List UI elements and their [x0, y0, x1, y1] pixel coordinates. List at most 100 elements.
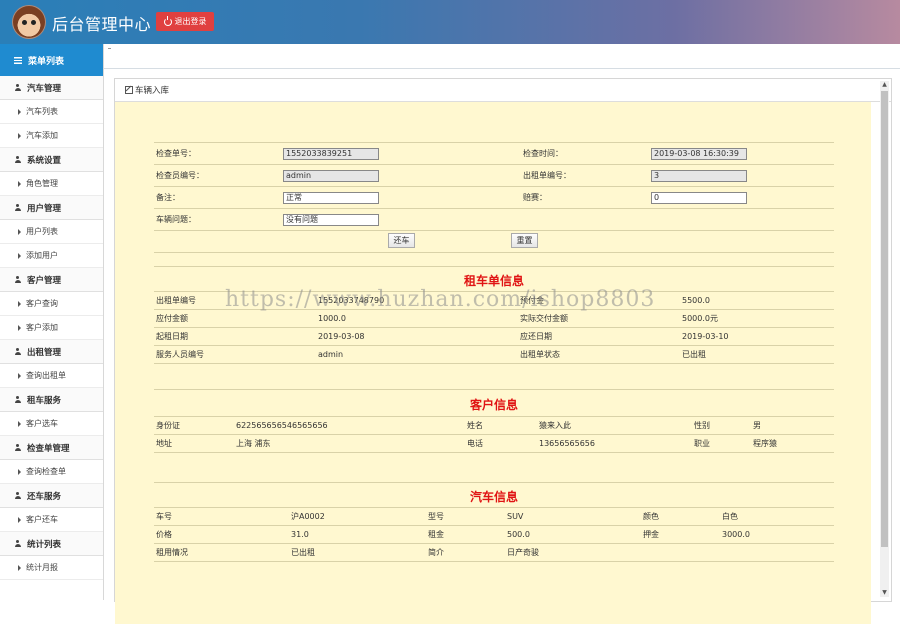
sidebar-group-label: 汽车管理 — [27, 82, 61, 94]
field-label: 身份证 — [154, 417, 234, 435]
caret-right-icon — [18, 373, 21, 379]
field-label: 预付金 — [518, 292, 680, 310]
inspector-field[interactable] — [283, 170, 379, 182]
sidebar-item-label: 汽车添加 — [26, 130, 58, 141]
check-time-field[interactable] — [651, 148, 747, 160]
field-value: 日产奇骏 — [505, 544, 641, 562]
top-header: 后台管理中心 退出登录 — [0, 0, 900, 44]
customer-table: 身份证622565656546565656姓名猿来入此性别男地址上海 浦东电话1… — [154, 416, 834, 453]
field-value: 1000.0 — [316, 310, 518, 328]
field-value: 2019-03-08 — [316, 328, 518, 346]
menu-title-label: 菜单列表 — [28, 54, 64, 67]
sidebar-item[interactable]: 查询检查单 — [0, 460, 103, 484]
sidebar-item[interactable]: 客户添加 — [0, 316, 103, 340]
caret-right-icon — [18, 565, 21, 571]
car-title: 汽车信息 — [154, 488, 834, 505]
customer-title: 客户信息 — [154, 396, 834, 413]
user-icon — [14, 396, 21, 403]
caret-right-icon — [18, 517, 21, 523]
sidebar-item[interactable]: 角色管理 — [0, 172, 103, 196]
return-form: 检查单号： 检查时间： 检查员编号： 出租单编号： 备注： 赔赛： — [154, 142, 834, 253]
field-label: 姓名 — [465, 417, 537, 435]
rental-no-label: 出租单编号： — [521, 165, 649, 187]
inspector-label: 检查员编号： — [154, 165, 281, 187]
reset-button[interactable]: 重置 — [511, 233, 538, 248]
compensation-label: 赔赛： — [521, 187, 649, 209]
sidebar-group-4[interactable]: 出租管理 — [0, 340, 103, 364]
field-label: 简介 — [426, 544, 505, 562]
field-label: 价格 — [154, 526, 289, 544]
sidebar-item[interactable]: 用户列表 — [0, 220, 103, 244]
field-label: 颜色 — [641, 508, 720, 526]
sidebar-group-6[interactable]: 检查单管理 — [0, 436, 103, 460]
sidebar-item[interactable]: 添加用户 — [0, 244, 103, 268]
sidebar-group-8[interactable]: 统计列表 — [0, 532, 103, 556]
sidebar-item-label: 客户添加 — [26, 322, 58, 333]
sidebar-group-label: 出租管理 — [27, 346, 61, 358]
field-value: 1552033748790 — [316, 292, 518, 310]
sidebar-group-3[interactable]: 客户管理 — [0, 268, 103, 292]
field-label: 应还日期 — [518, 328, 680, 346]
edit-icon — [125, 86, 133, 94]
main-content: 车辆入库 检查单号： 检查时间： 检查员编号： 出租单编号： — [104, 44, 900, 600]
compensation-field[interactable] — [651, 192, 747, 204]
sidebar-item-label: 客户选车 — [26, 418, 58, 429]
check-no-field[interactable] — [283, 148, 379, 160]
sidebar-item[interactable]: 统计月报 — [0, 556, 103, 580]
user-icon — [14, 444, 21, 451]
caret-right-icon — [18, 253, 21, 259]
scroll-thumb[interactable] — [881, 91, 888, 547]
sidebar-item[interactable]: 查询出租单 — [0, 364, 103, 388]
user-icon — [14, 156, 21, 163]
rental-order-row: 应付金额1000.0实际交付金额5000.0元 — [154, 310, 834, 328]
field-label: 职业 — [692, 435, 751, 453]
field-label: 出租单编号 — [154, 292, 316, 310]
sidebar-group-0[interactable]: 汽车管理 — [0, 76, 103, 100]
sidebar-group-7[interactable]: 还车服务 — [0, 484, 103, 508]
sidebar-item[interactable]: 汽车列表 — [0, 100, 103, 124]
problem-field[interactable] — [283, 214, 379, 226]
power-icon — [164, 18, 172, 26]
field-value: 男 — [751, 417, 834, 435]
rental-order-table: 出租单编号1552033748790预付金5500.0应付金额1000.0实际交… — [154, 291, 834, 364]
field-value: 程序猿 — [751, 435, 834, 453]
field-label: 出租单状态 — [518, 346, 680, 364]
sidebar-item[interactable]: 汽车添加 — [0, 124, 103, 148]
field-label: 起租日期 — [154, 328, 316, 346]
sidebar-group-1[interactable]: 系统设置 — [0, 148, 103, 172]
sidebar-item[interactable]: 客户还车 — [0, 508, 103, 532]
field-value: 5500.0 — [680, 292, 834, 310]
rental-order-row: 服务人员编号admin出租单状态已出租 — [154, 346, 834, 364]
remark-field[interactable] — [283, 192, 379, 204]
user-icon — [14, 204, 21, 211]
sidebar-item[interactable]: 客户查询 — [0, 292, 103, 316]
return-car-button[interactable]: 还车 — [388, 233, 415, 248]
field-value: 622565656546565656 — [234, 417, 465, 435]
sidebar-group-5[interactable]: 租车服务 — [0, 388, 103, 412]
sidebar-group-2[interactable]: 用户管理 — [0, 196, 103, 220]
customer-row: 身份证622565656546565656姓名猿来入此性别男 — [154, 417, 834, 435]
sidebar-item-label: 统计月报 — [26, 562, 58, 573]
field-value: 已出租 — [680, 346, 834, 364]
field-label: 服务人员编号 — [154, 346, 316, 364]
sidebar-group-label: 用户管理 — [27, 202, 61, 214]
sidebar-group-label: 客户管理 — [27, 274, 61, 286]
problem-label: 车辆问题： — [154, 209, 281, 231]
scroll-up-icon[interactable]: ▲ — [881, 81, 888, 89]
car-row: 租用情况已出租简介日产奇骏 — [154, 544, 834, 562]
field-value: SUV — [505, 508, 641, 526]
scroll-down-icon[interactable]: ▼ — [881, 589, 888, 597]
field-label: 地址 — [154, 435, 234, 453]
caret-right-icon — [18, 181, 21, 187]
logout-button[interactable]: 退出登录 — [156, 12, 214, 31]
user-icon — [14, 492, 21, 499]
rental-no-field[interactable] — [651, 170, 747, 182]
sidebar-group-label: 统计列表 — [27, 538, 61, 550]
sidebar-item[interactable]: 客户选车 — [0, 412, 103, 436]
field-label: 型号 — [426, 508, 505, 526]
caret-right-icon — [18, 469, 21, 475]
sidebar-item-label: 查询出租单 — [26, 370, 66, 381]
field-value: 已出租 — [289, 544, 426, 562]
vertical-scrollbar[interactable]: ▲ ▼ — [880, 81, 889, 597]
caret-right-icon — [18, 109, 21, 115]
